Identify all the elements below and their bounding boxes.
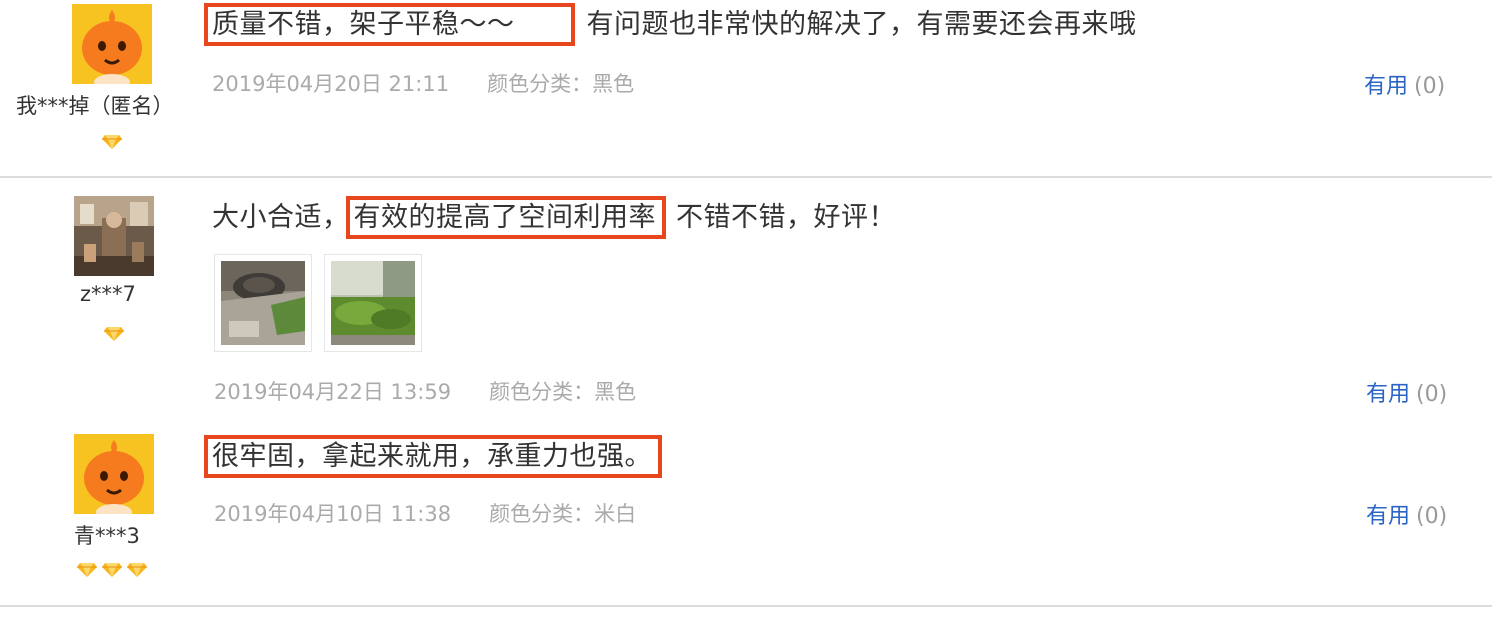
diamond-icon — [104, 327, 124, 341]
review-body: 不错不错，好评！ — [676, 202, 896, 233]
highlighted-phrase: 很牢固，拿起来就用，承重力也强。 — [204, 435, 662, 478]
diamond-icon — [102, 135, 122, 149]
review-meta: 2019年04月10日 11:38 颜色分类：米白 — [214, 498, 636, 528]
useful-count: (0) — [1416, 382, 1448, 407]
user-level-badge — [76, 562, 148, 578]
product-spec: 颜色分类：米白 — [489, 502, 637, 526]
useful-button[interactable]: 有用 (0) — [1366, 498, 1447, 530]
username: 我***掉（匿名） — [16, 94, 174, 118]
highlighted-phrase: 有效的提高了空间利用率 — [345, 196, 666, 239]
user-avatar[interactable] — [74, 434, 154, 514]
product-spec: 颜色分类：黑色 — [489, 380, 637, 404]
review-photo-image — [221, 261, 305, 345]
divider — [0, 176, 1492, 178]
review-body-prefix: 大小合适， — [212, 202, 350, 233]
review-meta: 2019年04月20日 21:11 颜色分类：黑色 — [212, 68, 634, 98]
username: z***7 — [80, 282, 136, 306]
useful-label[interactable]: 有用 — [1364, 74, 1408, 99]
review-meta: 2019年04月22日 13:59 颜色分类：黑色 — [214, 376, 636, 406]
diamond-icon — [77, 563, 97, 577]
user-level-badge — [103, 326, 125, 342]
review-photo-image — [331, 261, 415, 345]
diamond-icon — [127, 563, 147, 577]
diamond-icon — [102, 563, 122, 577]
product-spec: 颜色分类：黑色 — [487, 72, 635, 96]
useful-label[interactable]: 有用 — [1366, 504, 1410, 529]
review-date: 2019年04月10日 11:38 — [214, 502, 452, 526]
user-avatar[interactable] — [74, 196, 154, 276]
user-avatar[interactable] — [72, 4, 152, 84]
useful-button[interactable]: 有用 (0) — [1366, 376, 1447, 408]
useful-count: (0) — [1416, 504, 1448, 529]
username: 青***3 — [74, 524, 140, 548]
review-text: 大小合适， 有效的提高了空间利用率 不错不错，好评！ — [212, 195, 896, 239]
review-body: 有问题也非常快的解决了，有需要还会再来哦 — [586, 9, 1137, 40]
useful-label[interactable]: 有用 — [1366, 382, 1410, 407]
divider — [0, 605, 1492, 607]
review-photo[interactable] — [324, 254, 422, 352]
review-photo[interactable] — [214, 254, 312, 352]
highlighted-phrase: 质量不错，架子平稳～～ — [204, 3, 575, 46]
review-date: 2019年04月22日 13:59 — [214, 380, 452, 404]
review-text: 质量不错，架子平稳～～ 有问题也非常快的解决了，有需要还会再来哦 — [204, 2, 1137, 46]
review-text: 很牢固，拿起来就用，承重力也强。 — [204, 434, 662, 478]
user-level-badge — [101, 134, 123, 150]
useful-button[interactable]: 有用 (0) — [1364, 68, 1445, 100]
review-date: 2019年04月20日 21:11 — [212, 72, 450, 96]
useful-count: (0) — [1414, 74, 1446, 99]
